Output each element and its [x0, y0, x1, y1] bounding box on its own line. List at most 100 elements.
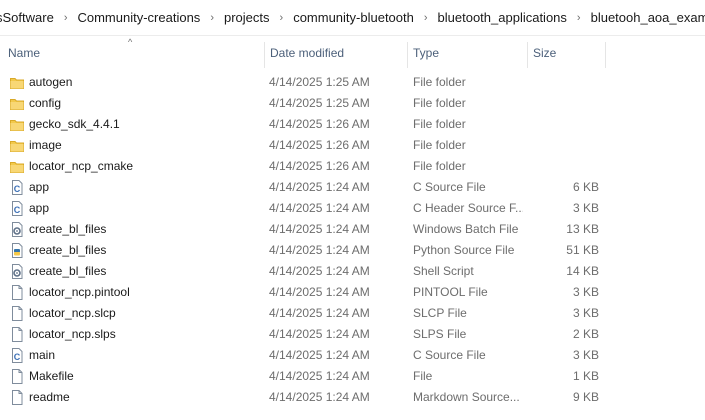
column-header-date[interactable]: Date modified [264, 36, 407, 70]
file-type: C Source File [413, 348, 486, 362]
file-date-modified: 4/14/2025 1:25 AM [269, 75, 370, 89]
file-size: 6 KB [572, 180, 599, 194]
file-type: Shell Script [413, 264, 474, 278]
chevron-right-icon[interactable]: › [577, 12, 581, 24]
file-name[interactable]: create_bl_files [29, 261, 259, 282]
breadcrumb-item[interactable]: sSoftware [0, 10, 54, 25]
file-size: 3 KB [572, 285, 599, 299]
file-name[interactable]: main [29, 345, 259, 366]
breadcrumb-item[interactable]: bluetooth_applications [438, 10, 567, 25]
file-list: autogen 4/14/2025 1:25 AM File folder confi… [0, 72, 705, 408]
file-row[interactable]: readme 4/14/2025 1:24 AM Markdown Source..… [0, 387, 705, 408]
file-name[interactable]: app [29, 198, 259, 219]
file-row[interactable]: create_bl_files 4/14/2025 1:24 AM Shell Sc… [0, 261, 705, 282]
file-size: 51 KB [566, 243, 599, 257]
file-date-modified: 4/14/2025 1:25 AM [269, 96, 370, 110]
file-date-modified: 4/14/2025 1:24 AM [269, 390, 370, 404]
file-row[interactable]: image 4/14/2025 1:26 AM File folder [0, 135, 705, 156]
file-row[interactable]: Makefile 4/14/2025 1:24 AM File 1 KB [0, 366, 705, 387]
chevron-right-icon[interactable]: › [64, 12, 68, 24]
file-date-modified: 4/14/2025 1:24 AM [269, 180, 370, 194]
file-row[interactable]: config 4/14/2025 1:25 AM File folder [0, 93, 705, 114]
c-source-file-icon: C [10, 180, 24, 195]
file-date-modified: 4/14/2025 1:24 AM [269, 348, 370, 362]
blank-file-icon [10, 390, 24, 405]
file-type: Windows Batch File [413, 222, 519, 236]
svg-text:C: C [14, 184, 21, 194]
file-type: PINTOOL File [413, 285, 488, 299]
folder-icon [10, 117, 24, 132]
file-name[interactable]: readme [29, 387, 259, 408]
file-date-modified: 4/14/2025 1:24 AM [269, 369, 370, 383]
python-file-icon [10, 243, 24, 258]
svg-text:C: C [14, 352, 21, 362]
file-name[interactable]: app [29, 177, 259, 198]
file-type: File folder [413, 75, 466, 89]
file-type: Markdown Source... [413, 390, 520, 404]
file-date-modified: 4/14/2025 1:26 AM [269, 159, 370, 173]
file-row[interactable]: autogen 4/14/2025 1:25 AM File folder [0, 72, 705, 93]
chevron-right-icon[interactable]: › [424, 12, 428, 24]
file-size: 1 KB [572, 369, 599, 383]
folder-icon [10, 75, 24, 90]
file-name[interactable]: locator_ncp_cmake [29, 156, 259, 177]
file-type: SLPS File [413, 327, 467, 341]
file-type: File [413, 369, 433, 383]
gear-file-icon [10, 222, 24, 237]
file-name[interactable]: image [29, 135, 259, 156]
c-source-file-icon: C [10, 201, 24, 216]
file-name[interactable]: locator_ncp.pintool [29, 282, 259, 303]
folder-icon [10, 96, 24, 111]
file-type: File folder [413, 159, 466, 173]
file-type: C Header Source F... [413, 201, 523, 215]
file-row[interactable]: locator_ncp.pintool 4/14/2025 1:24 AM PINT… [0, 282, 705, 303]
file-name[interactable]: config [29, 93, 259, 114]
file-size: 3 KB [572, 201, 599, 215]
file-name[interactable]: autogen [29, 72, 259, 93]
file-row[interactable]: Cmain 4/14/2025 1:24 AM C Source File 3 KB [0, 345, 705, 366]
svg-text:C: C [14, 205, 21, 215]
file-size: 13 KB [566, 222, 599, 236]
file-row[interactable]: locator_ncp.slps 4/14/2025 1:24 AM SLPS Fi… [0, 324, 705, 345]
breadcrumb-item[interactable]: projects [224, 10, 270, 25]
file-row[interactable]: gecko_sdk_4.4.1 4/14/2025 1:26 AM File fol… [0, 114, 705, 135]
blank-file-icon [10, 306, 24, 321]
chevron-right-icon[interactable]: › [210, 12, 214, 24]
file-row[interactable]: Capp 4/14/2025 1:24 AM C Header Source F..… [0, 198, 705, 219]
file-type: SLCP File [413, 306, 467, 320]
file-date-modified: 4/14/2025 1:24 AM [269, 222, 370, 236]
file-date-modified: 4/14/2025 1:24 AM [269, 285, 370, 299]
file-size: 9 KB [572, 390, 599, 404]
file-name[interactable]: create_bl_files [29, 219, 259, 240]
file-row[interactable]: create_bl_files 4/14/2025 1:24 AM Windows … [0, 219, 705, 240]
file-row[interactable]: Capp 4/14/2025 1:24 AM C Source File 6 KB [0, 177, 705, 198]
breadcrumb-item[interactable]: community-bluetooth [293, 10, 414, 25]
file-name[interactable]: create_bl_files [29, 240, 259, 261]
column-divider[interactable] [605, 42, 606, 68]
file-size: 3 KB [572, 348, 599, 362]
breadcrumb: sSoftware › Community-creations › projects › c… [0, 0, 705, 36]
file-name[interactable]: gecko_sdk_4.4.1 [29, 114, 259, 135]
breadcrumb-item[interactable]: Community-creations [77, 10, 200, 25]
file-date-modified: 4/14/2025 1:24 AM [269, 201, 370, 215]
file-type: File folder [413, 96, 466, 110]
file-date-modified: 4/14/2025 1:26 AM [269, 117, 370, 131]
file-name[interactable]: locator_ncp.slps [29, 324, 259, 345]
file-type: C Source File [413, 180, 486, 194]
breadcrumb-item[interactable]: bluetooh_aoa_example [591, 10, 705, 25]
file-type: File folder [413, 138, 466, 152]
file-name[interactable]: locator_ncp.slcp [29, 303, 259, 324]
file-date-modified: 4/14/2025 1:24 AM [269, 306, 370, 320]
file-date-modified: 4/14/2025 1:24 AM [269, 264, 370, 278]
file-name[interactable]: Makefile [29, 366, 259, 387]
column-header-name[interactable]: Name [2, 36, 264, 70]
file-type: Python Source File [413, 243, 515, 257]
folder-icon [10, 159, 24, 174]
column-header-size[interactable]: Size [527, 36, 605, 70]
column-header-type[interactable]: Type [407, 36, 527, 70]
file-row[interactable]: locator_ncp.slcp 4/14/2025 1:24 AM SLCP Fi… [0, 303, 705, 324]
chevron-right-icon[interactable]: › [280, 12, 284, 24]
sort-ascending-icon: ^ [128, 37, 133, 47]
file-row[interactable]: locator_ncp_cmake 4/14/2025 1:26 AM File f… [0, 156, 705, 177]
file-row[interactable]: create_bl_files 4/14/2025 1:24 AM Python S… [0, 240, 705, 261]
